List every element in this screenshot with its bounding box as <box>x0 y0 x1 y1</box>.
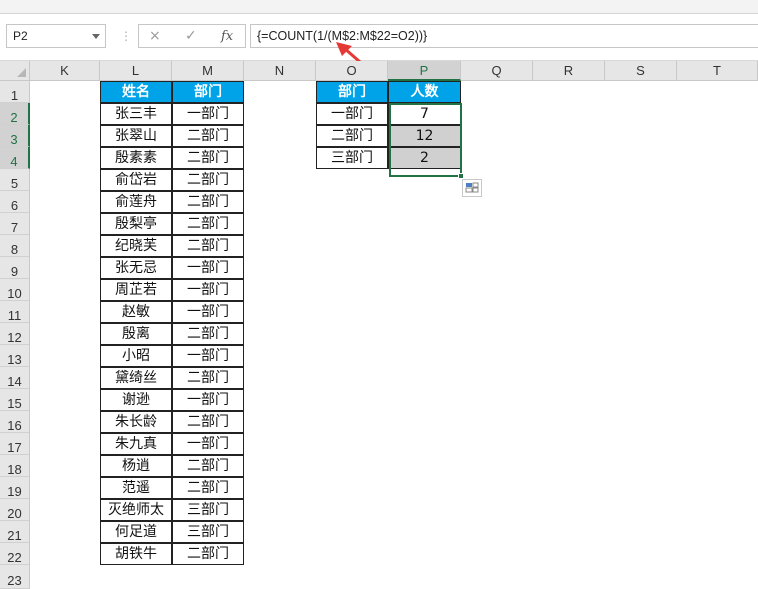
ribbon-menu-remnant <box>0 0 758 14</box>
column-header-s[interactable]: S <box>605 61 677 81</box>
table1-name-cell[interactable]: 朱九真 <box>100 433 172 455</box>
column-header-q[interactable]: Q <box>461 61 533 81</box>
table2-count-cell[interactable]: 12 <box>388 125 461 147</box>
row-header-21[interactable]: 21 <box>0 521 30 543</box>
table1-dept-cell[interactable]: 一部门 <box>172 433 244 455</box>
row-header-10[interactable]: 10 <box>0 279 30 301</box>
table1-dept-cell[interactable]: 二部门 <box>172 191 244 213</box>
chevron-down-icon[interactable] <box>92 34 100 39</box>
table1-dept-cell[interactable]: 三部门 <box>172 521 244 543</box>
row-header-7[interactable]: 7 <box>0 213 30 235</box>
table2-count-cell[interactable]: 7 <box>388 103 461 125</box>
table1-dept-cell[interactable]: 二部门 <box>172 455 244 477</box>
table1-dept-cell[interactable]: 二部门 <box>172 213 244 235</box>
table2-dept-cell[interactable]: 二部门 <box>316 125 388 147</box>
column-header-r[interactable]: R <box>533 61 605 81</box>
column-header-l[interactable]: L <box>100 61 172 81</box>
check-icon[interactable]: ✓ <box>185 28 197 44</box>
table2-dept-cell[interactable]: 一部门 <box>316 103 388 125</box>
table2-count-cell[interactable]: 2 <box>388 147 461 169</box>
table1-name-cell[interactable]: 张翠山 <box>100 125 172 147</box>
table1-dept-cell[interactable]: 二部门 <box>172 411 244 433</box>
table1-dept-cell[interactable]: 二部门 <box>172 235 244 257</box>
table1-dept-cell[interactable]: 二部门 <box>172 367 244 389</box>
select-all-corner[interactable] <box>0 61 30 81</box>
row-header-11[interactable]: 11 <box>0 301 30 323</box>
table1-dept-cell[interactable]: 二部门 <box>172 147 244 169</box>
table1-name-cell[interactable]: 殷素素 <box>100 147 172 169</box>
row-header-14[interactable]: 14 <box>0 367 30 389</box>
table1-dept-cell[interactable]: 二部门 <box>172 477 244 499</box>
row-header-8[interactable]: 8 <box>0 235 30 257</box>
row-header-3[interactable]: 3 <box>0 125 30 147</box>
table1-name-cell[interactable]: 何足道 <box>100 521 172 543</box>
formula-controls: × ✓ fx <box>138 24 246 48</box>
table1-dept-cell[interactable]: 一部门 <box>172 301 244 323</box>
table1-name-cell[interactable]: 赵敏 <box>100 301 172 323</box>
row-header-19[interactable]: 19 <box>0 477 30 499</box>
table2-header-count[interactable]: 人数 <box>388 81 461 103</box>
quick-analysis-button[interactable] <box>462 179 482 197</box>
row-header-13[interactable]: 13 <box>0 345 30 367</box>
name-box[interactable]: P2 <box>6 24 106 48</box>
table1-name-cell[interactable]: 张无忌 <box>100 257 172 279</box>
column-header-n[interactable]: N <box>244 61 316 81</box>
row-header-1[interactable]: 1 <box>0 81 30 103</box>
table1-name-cell[interactable]: 纪晓芙 <box>100 235 172 257</box>
formula-input[interactable]: {=COUNT(1/(M$2:M$22=O2))} <box>250 24 758 48</box>
row-header-16[interactable]: 16 <box>0 411 30 433</box>
row-header-12[interactable]: 12 <box>0 323 30 345</box>
table1-name-cell[interactable]: 范遥 <box>100 477 172 499</box>
table1-name-cell[interactable]: 朱长龄 <box>100 411 172 433</box>
row-header-23[interactable]: 23 <box>0 565 30 589</box>
row-header-20[interactable]: 20 <box>0 499 30 521</box>
table1-name-cell[interactable]: 小昭 <box>100 345 172 367</box>
table2-dept-cell[interactable]: 三部门 <box>316 147 388 169</box>
row-header-2[interactable]: 2 <box>0 103 30 125</box>
more-options-icon: ⋮ <box>120 29 132 43</box>
table1-name-cell[interactable]: 周芷若 <box>100 279 172 301</box>
row-header-15[interactable]: 15 <box>0 389 30 411</box>
table1-name-cell[interactable]: 俞岱岩 <box>100 169 172 191</box>
table1-name-cell[interactable]: 俞莲舟 <box>100 191 172 213</box>
table1-dept-cell[interactable]: 二部门 <box>172 169 244 191</box>
row-header-5[interactable]: 5 <box>0 169 30 191</box>
column-header-m[interactable]: M <box>172 61 244 81</box>
row-header-4[interactable]: 4 <box>0 147 30 169</box>
table1-name-cell[interactable]: 殷梨亭 <box>100 213 172 235</box>
table1-name-cell[interactable]: 胡铁牛 <box>100 543 172 565</box>
quick-analysis-icon <box>465 182 479 193</box>
table1-name-cell[interactable]: 殷离 <box>100 323 172 345</box>
column-header-k[interactable]: K <box>30 61 100 81</box>
table1-dept-cell[interactable]: 二部门 <box>172 125 244 147</box>
column-header-o[interactable]: O <box>316 61 388 81</box>
table1-name-cell[interactable]: 黛绮丝 <box>100 367 172 389</box>
table1-header-name[interactable]: 姓名 <box>100 81 172 103</box>
table1-dept-cell[interactable]: 三部门 <box>172 499 244 521</box>
table1-dept-cell[interactable]: 一部门 <box>172 389 244 411</box>
row-header-17[interactable]: 17 <box>0 433 30 455</box>
row-header-18[interactable]: 18 <box>0 455 30 477</box>
column-header-t[interactable]: T <box>677 61 758 81</box>
table1-name-cell[interactable]: 灭绝师太 <box>100 499 172 521</box>
name-box-value: P2 <box>13 29 28 43</box>
row-header-22[interactable]: 22 <box>0 543 30 565</box>
table1-dept-cell[interactable]: 一部门 <box>172 103 244 125</box>
table1-dept-cell[interactable]: 一部门 <box>172 257 244 279</box>
table1-dept-cell[interactable]: 二部门 <box>172 323 244 345</box>
row-header-9[interactable]: 9 <box>0 257 30 279</box>
table1-name-cell[interactable]: 谢逊 <box>100 389 172 411</box>
table1-dept-cell[interactable]: 二部门 <box>172 543 244 565</box>
table1-name-cell[interactable]: 张三丰 <box>100 103 172 125</box>
insert-function-icon[interactable]: fx <box>221 29 233 44</box>
table1-dept-cell[interactable]: 一部门 <box>172 279 244 301</box>
table1-name-cell[interactable]: 杨逍 <box>100 455 172 477</box>
table2-header-dept[interactable]: 部门 <box>316 81 388 103</box>
column-header-p[interactable]: P <box>388 61 461 81</box>
table1-dept-cell[interactable]: 一部门 <box>172 345 244 367</box>
table1-header-dept[interactable]: 部门 <box>172 81 244 103</box>
cancel-icon[interactable]: × <box>149 28 161 44</box>
row-header-6[interactable]: 6 <box>0 191 30 213</box>
